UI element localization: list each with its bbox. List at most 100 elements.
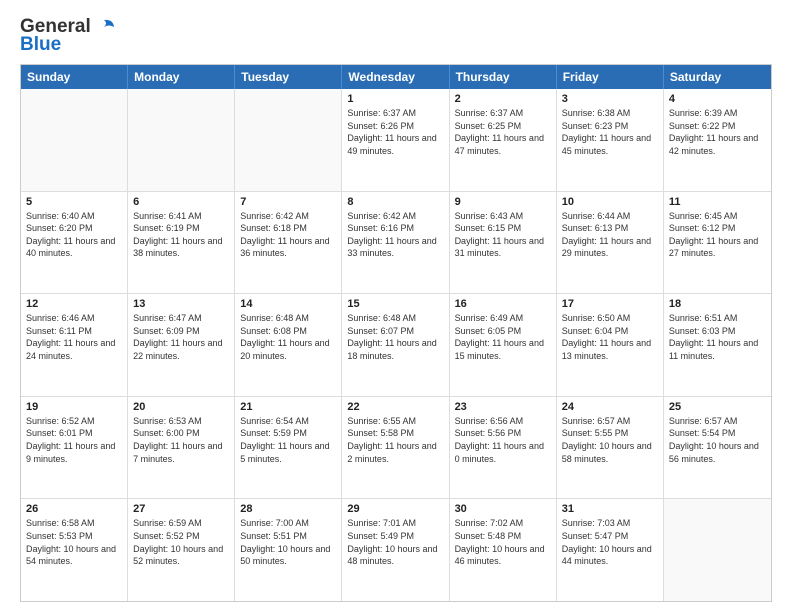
day-number: 24 xyxy=(562,401,658,413)
day-cell-12: 12Sunrise: 6:46 AM Sunset: 6:11 PM Dayli… xyxy=(21,294,128,396)
day-info: Sunrise: 6:42 AM Sunset: 6:18 PM Dayligh… xyxy=(240,210,336,260)
day-cell-29: 29Sunrise: 7:01 AM Sunset: 5:49 PM Dayli… xyxy=(342,499,449,601)
day-info: Sunrise: 6:54 AM Sunset: 5:59 PM Dayligh… xyxy=(240,415,336,465)
day-cell-17: 17 Sunrise: 6:50 AM Sunset: 6:04 PM Dayli… xyxy=(557,294,664,396)
day-number: 26 xyxy=(26,503,122,515)
day-number: 19 xyxy=(26,401,122,413)
day-number: 21 xyxy=(240,401,336,413)
day-cell-5: 5 Sunrise: 6:40 AM Sunset: 6:20 PM Daylig… xyxy=(21,192,128,294)
logo-blue: Blue xyxy=(20,34,61,56)
calendar-body: 1 Sunrise: 6:37 AM Sunset: 6:26 PM Daylig… xyxy=(21,89,771,601)
day-cell-empty-4-6 xyxy=(664,499,771,601)
day-number: 22 xyxy=(347,401,443,413)
calendar: SundayMondayTuesdayWednesdayThursdayFrid… xyxy=(20,64,772,602)
calendar-row-4: 19Sunrise: 6:52 AM Sunset: 6:01 PM Dayli… xyxy=(21,396,771,499)
day-number: 27 xyxy=(133,503,229,515)
day-number: 20 xyxy=(133,401,229,413)
day-info: Sunrise: 6:55 AM Sunset: 5:58 PM Dayligh… xyxy=(347,415,443,465)
day-number: 1 xyxy=(347,93,443,105)
day-info: Sunrise: 6:49 AM Sunset: 6:05 PM Dayligh… xyxy=(455,312,551,362)
calendar-row-5: 26 Sunrise: 6:58 AM Sunset: 5:53 PM Dayli… xyxy=(21,498,771,601)
day-cell-21: 21 Sunrise: 6:54 AM Sunset: 5:59 PM Dayli… xyxy=(235,397,342,499)
day-number: 6 xyxy=(133,196,229,208)
day-cell-empty-0-2 xyxy=(235,89,342,191)
day-info: Sunrise: 7:02 AM Sunset: 5:48 PM Dayligh… xyxy=(455,517,551,567)
day-number: 16 xyxy=(455,298,551,310)
day-cell-31: 31 Sunrise: 7:03 AM Sunset: 5:47 PM Dayli… xyxy=(557,499,664,601)
day-info: Sunrise: 6:48 AM Sunset: 6:08 PM Dayligh… xyxy=(240,312,336,362)
day-cell-11: 11 Sunrise: 6:45 AM Sunset: 6:12 PM Dayli… xyxy=(664,192,771,294)
day-number: 14 xyxy=(240,298,336,310)
day-number: 2 xyxy=(455,93,551,105)
weekday-header-saturday: Saturday xyxy=(664,65,771,89)
day-number: 28 xyxy=(240,503,336,515)
calendar-header: SundayMondayTuesdayWednesdayThursdayFrid… xyxy=(21,65,771,89)
day-number: 4 xyxy=(669,93,766,105)
day-info: Sunrise: 6:39 AM Sunset: 6:22 PM Dayligh… xyxy=(669,107,766,157)
day-cell-28: 28 Sunrise: 7:00 AM Sunset: 5:51 PM Dayli… xyxy=(235,499,342,601)
day-number: 8 xyxy=(347,196,443,208)
header: General Blue xyxy=(20,16,772,56)
day-cell-30: 30 Sunrise: 7:02 AM Sunset: 5:48 PM Dayli… xyxy=(450,499,557,601)
day-info: Sunrise: 6:56 AM Sunset: 5:56 PM Dayligh… xyxy=(455,415,551,465)
day-info: Sunrise: 6:43 AM Sunset: 6:15 PM Dayligh… xyxy=(455,210,551,260)
day-info: Sunrise: 6:59 AM Sunset: 5:52 PM Dayligh… xyxy=(133,517,229,567)
day-cell-23: 23 Sunrise: 6:56 AM Sunset: 5:56 PM Dayli… xyxy=(450,397,557,499)
day-number: 5 xyxy=(26,196,122,208)
day-number: 15 xyxy=(347,298,443,310)
weekday-header-tuesday: Tuesday xyxy=(235,65,342,89)
calendar-row-1: 1 Sunrise: 6:37 AM Sunset: 6:26 PM Daylig… xyxy=(21,89,771,191)
day-cell-18: 18 Sunrise: 6:51 AM Sunset: 6:03 PM Dayli… xyxy=(664,294,771,396)
day-number: 10 xyxy=(562,196,658,208)
day-cell-3: 3Sunrise: 6:38 AM Sunset: 6:23 PM Daylig… xyxy=(557,89,664,191)
day-info: Sunrise: 6:51 AM Sunset: 6:03 PM Dayligh… xyxy=(669,312,766,362)
day-number: 11 xyxy=(669,196,766,208)
weekday-header-wednesday: Wednesday xyxy=(342,65,449,89)
day-cell-20: 20 Sunrise: 6:53 AM Sunset: 6:00 PM Dayli… xyxy=(128,397,235,499)
day-number: 25 xyxy=(669,401,766,413)
day-cell-14: 14 Sunrise: 6:48 AM Sunset: 6:08 PM Dayli… xyxy=(235,294,342,396)
page: General Blue SundayMondayTuesdayWednesda… xyxy=(0,0,792,612)
day-number: 23 xyxy=(455,401,551,413)
day-cell-6: 6 Sunrise: 6:41 AM Sunset: 6:19 PM Daylig… xyxy=(128,192,235,294)
day-cell-24: 24 Sunrise: 6:57 AM Sunset: 5:55 PM Dayli… xyxy=(557,397,664,499)
day-cell-26: 26 Sunrise: 6:58 AM Sunset: 5:53 PM Dayli… xyxy=(21,499,128,601)
day-info: Sunrise: 6:40 AM Sunset: 6:20 PM Dayligh… xyxy=(26,210,122,260)
day-number: 7 xyxy=(240,196,336,208)
day-info: Sunrise: 7:03 AM Sunset: 5:47 PM Dayligh… xyxy=(562,517,658,567)
calendar-row-2: 5 Sunrise: 6:40 AM Sunset: 6:20 PM Daylig… xyxy=(21,191,771,294)
logo-bird-icon xyxy=(93,18,115,36)
day-number: 17 xyxy=(562,298,658,310)
day-cell-19: 19Sunrise: 6:52 AM Sunset: 6:01 PM Dayli… xyxy=(21,397,128,499)
day-info: Sunrise: 6:53 AM Sunset: 6:00 PM Dayligh… xyxy=(133,415,229,465)
day-cell-13: 13Sunrise: 6:47 AM Sunset: 6:09 PM Dayli… xyxy=(128,294,235,396)
day-info: Sunrise: 7:00 AM Sunset: 5:51 PM Dayligh… xyxy=(240,517,336,567)
day-cell-16: 16 Sunrise: 6:49 AM Sunset: 6:05 PM Dayli… xyxy=(450,294,557,396)
day-cell-2: 2 Sunrise: 6:37 AM Sunset: 6:25 PM Daylig… xyxy=(450,89,557,191)
day-cell-10: 10Sunrise: 6:44 AM Sunset: 6:13 PM Dayli… xyxy=(557,192,664,294)
day-info: Sunrise: 6:41 AM Sunset: 6:19 PM Dayligh… xyxy=(133,210,229,260)
day-number: 29 xyxy=(347,503,443,515)
day-cell-15: 15Sunrise: 6:48 AM Sunset: 6:07 PM Dayli… xyxy=(342,294,449,396)
day-number: 31 xyxy=(562,503,658,515)
calendar-row-3: 12Sunrise: 6:46 AM Sunset: 6:11 PM Dayli… xyxy=(21,293,771,396)
day-number: 30 xyxy=(455,503,551,515)
day-number: 9 xyxy=(455,196,551,208)
logo: General Blue xyxy=(20,16,115,56)
day-cell-8: 8 Sunrise: 6:42 AM Sunset: 6:16 PM Daylig… xyxy=(342,192,449,294)
day-cell-27: 27 Sunrise: 6:59 AM Sunset: 5:52 PM Dayli… xyxy=(128,499,235,601)
day-number: 18 xyxy=(669,298,766,310)
day-number: 12 xyxy=(26,298,122,310)
day-info: Sunrise: 6:37 AM Sunset: 6:25 PM Dayligh… xyxy=(455,107,551,157)
day-cell-empty-0-1 xyxy=(128,89,235,191)
day-info: Sunrise: 6:57 AM Sunset: 5:55 PM Dayligh… xyxy=(562,415,658,465)
day-info: Sunrise: 6:37 AM Sunset: 6:26 PM Dayligh… xyxy=(347,107,443,157)
day-info: Sunrise: 6:42 AM Sunset: 6:16 PM Dayligh… xyxy=(347,210,443,260)
weekday-header-sunday: Sunday xyxy=(21,65,128,89)
day-info: Sunrise: 6:58 AM Sunset: 5:53 PM Dayligh… xyxy=(26,517,122,567)
weekday-header-thursday: Thursday xyxy=(450,65,557,89)
day-info: Sunrise: 6:57 AM Sunset: 5:54 PM Dayligh… xyxy=(669,415,766,465)
day-cell-25: 25 Sunrise: 6:57 AM Sunset: 5:54 PM Dayli… xyxy=(664,397,771,499)
day-info: Sunrise: 6:50 AM Sunset: 6:04 PM Dayligh… xyxy=(562,312,658,362)
day-info: Sunrise: 6:45 AM Sunset: 6:12 PM Dayligh… xyxy=(669,210,766,260)
